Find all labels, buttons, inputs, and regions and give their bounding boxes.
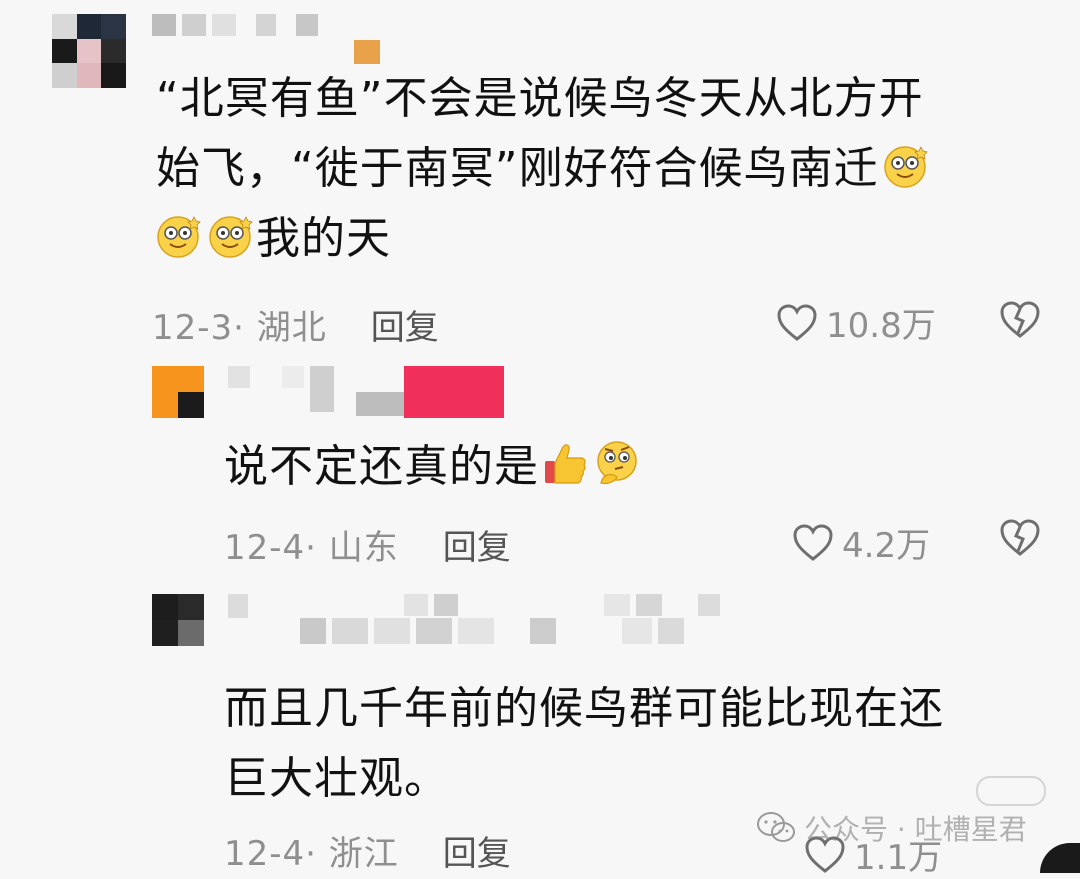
thinking-face-emoji [597,441,637,485]
reply-button[interactable]: 回复 [443,520,511,569]
username-blurred[interactable] [152,14,318,36]
reply-button[interactable]: 回复 [443,826,511,875]
comment-meta: 12-3· 湖北 回复 [152,300,439,349]
username-blurred[interactable] [228,366,504,418]
comment-line: 而且几千年前的候鸟群可能比现在还 [224,683,944,734]
comment-line: 巨大壮观。 [224,753,449,804]
watermark-text: 公众号 · 吐槽星君 [804,813,1027,846]
like-button[interactable]: 4.2万 [792,518,930,567]
avatar[interactable] [52,14,126,88]
dizzy-smile-emoji [157,216,201,258]
corner-overlay [1040,843,1080,873]
dizzy-smile-emoji [883,146,928,188]
comment-line: 始飞，“徙于南冥”刚好符合候鸟南迁 [156,134,1056,204]
avatar[interactable] [152,366,204,418]
comment-text: “北冥有鱼”不会是说候鸟冬天从北方开 始飞，“徙于南冥”刚好符合候鸟南迁 我的天 [156,64,1056,274]
date-location: 12-3· 湖北 [152,308,327,348]
watermark: 公众号 · 吐槽星君 [756,808,1027,848]
broken-heart-icon[interactable] [998,300,1042,340]
name-badge [404,366,504,418]
comment-meta: 12-4· 浙江 回复 [224,826,511,875]
heart-outline-icon [793,523,833,561]
comment-line: “北冥有鱼”不会是说候鸟冬天从北方开 [156,73,924,124]
reply-button[interactable]: 回复 [371,300,439,349]
like-button[interactable]: 10.8万 [776,298,936,347]
thumbs-up-emoji [545,444,586,484]
dizzy-smile-emoji [209,216,253,258]
heart-outline-icon [777,303,817,341]
comment-line: 说不定还真的是 [224,432,1024,502]
date-location: 12-4· 浙江 [224,834,399,874]
comment-text: 说不定还真的是 [224,432,1024,502]
broken-heart-icon[interactable] [998,518,1042,558]
comment-meta: 12-4· 山东 回复 [224,520,511,569]
wechat-icon [757,812,795,842]
like-count: 4.2万 [842,526,931,566]
watermark-bubble [976,776,1046,806]
date-location: 12-4· 山东 [224,528,399,568]
username-blurred-line2 [300,618,684,644]
like-count: 10.8万 [826,306,936,346]
comment-line: 我的天 [152,204,1056,274]
comment-text: 而且几千年前的候鸟群可能比现在还 巨大壮观。 [224,674,1064,814]
avatar[interactable] [152,594,204,646]
user-badge [354,40,380,64]
username-blurred[interactable] [228,594,720,618]
